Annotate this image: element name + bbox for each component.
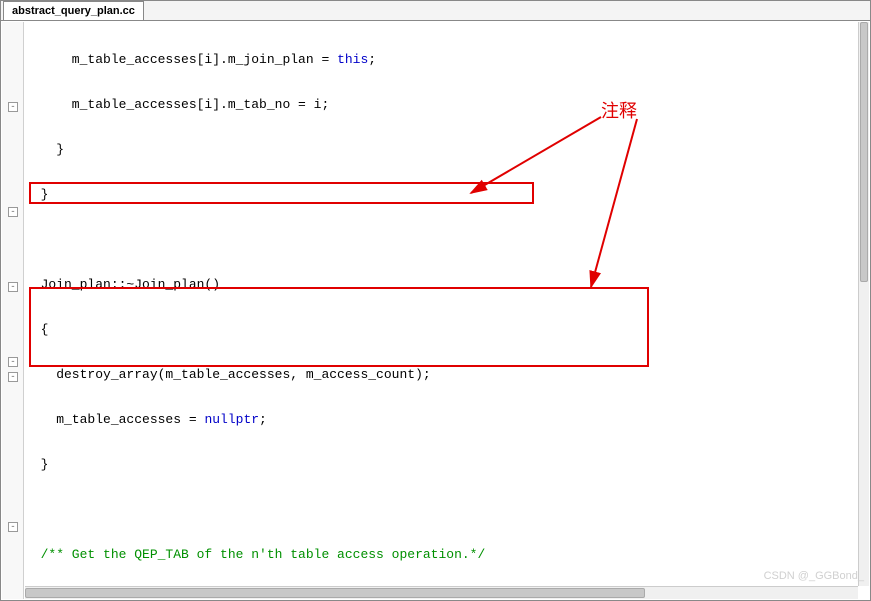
fold-toggle-icon[interactable]: - [8, 102, 18, 112]
fold-toggle-icon[interactable]: - [8, 372, 18, 382]
code-line [25, 502, 858, 517]
file-tab[interactable]: abstract_query_plan.cc [3, 1, 144, 20]
fold-toggle-icon[interactable]: - [8, 357, 18, 367]
code-line-comment: /** Get the QEP_TAB of the n'th table ac… [25, 547, 858, 562]
code-line: destroy_array(m_table_accesses, m_access… [25, 367, 858, 382]
horizontal-scrollbar[interactable] [25, 586, 858, 599]
code-line: { [25, 322, 858, 337]
code-line [25, 232, 858, 247]
code-line: } [25, 142, 858, 157]
annotation-label: 注释 [601, 97, 637, 123]
fold-toggle-icon[interactable]: - [8, 522, 18, 532]
vertical-scrollbar[interactable] [858, 22, 869, 586]
editor-window: abstract_query_plan.cc - - - - - - m_tab… [0, 0, 871, 601]
scrollbar-thumb[interactable] [25, 588, 645, 598]
code-line: m_table_accesses = nullptr; [25, 412, 858, 427]
code-line: m_table_accesses[i].m_tab_no = i; [25, 97, 858, 112]
fold-toggle-icon[interactable]: - [8, 282, 18, 292]
tab-bar: abstract_query_plan.cc [1, 1, 870, 21]
code-area[interactable]: m_table_accesses[i].m_join_plan = this; … [25, 22, 858, 586]
code-line: m_table_accesses[i].m_join_plan = this; [25, 52, 858, 67]
code-gutter: - - - - - - [2, 22, 24, 599]
code-line: } [25, 457, 858, 472]
watermark: CSDN @_GGBond_ [764, 570, 864, 582]
code-line: } [25, 187, 858, 202]
fold-toggle-icon[interactable]: - [8, 207, 18, 217]
code-line: Join_plan::~Join_plan() [25, 277, 858, 292]
scrollbar-thumb[interactable] [860, 22, 868, 282]
